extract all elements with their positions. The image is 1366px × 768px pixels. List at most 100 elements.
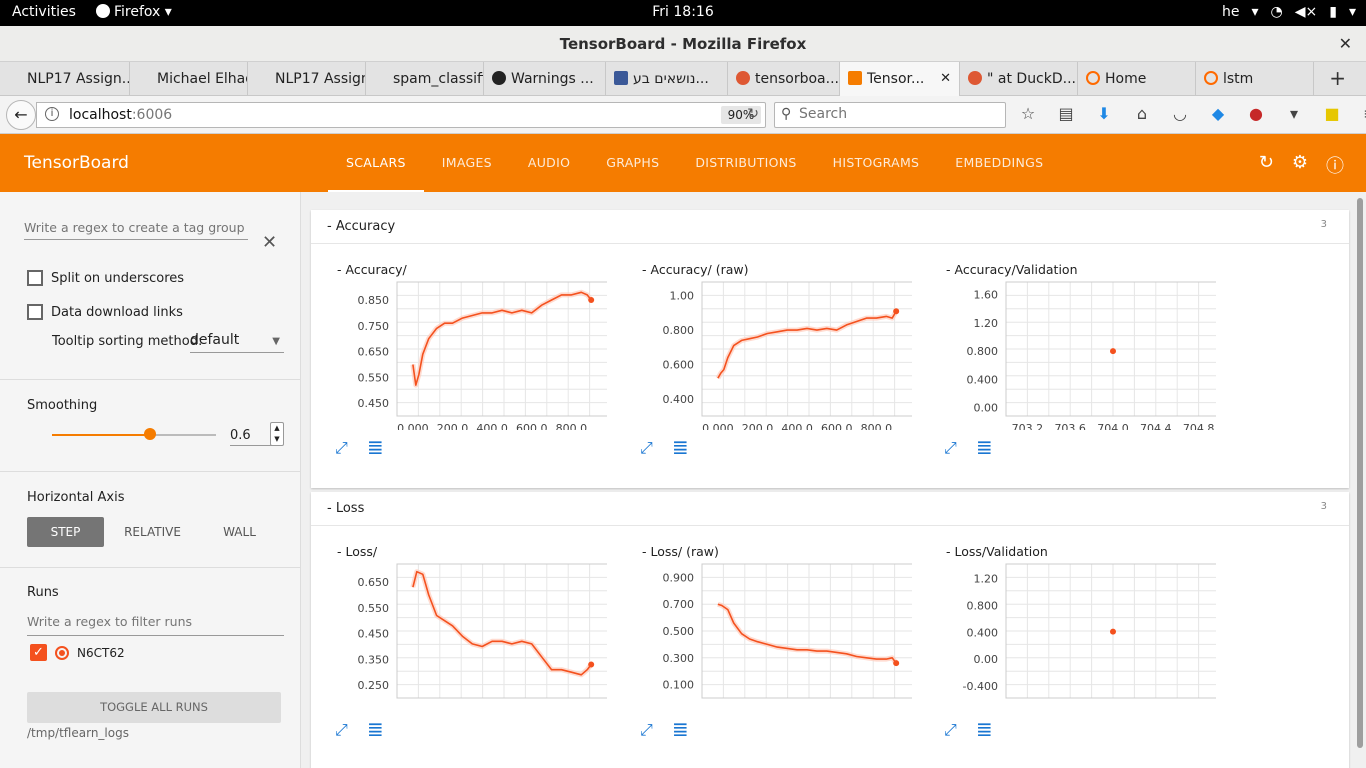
app-menu[interactable]: Firefox ▾: [96, 4, 172, 20]
split-underscores-checkbox[interactable]: [27, 270, 43, 286]
data-table-icon[interactable]: [672, 435, 690, 459]
browser-tab[interactable]: tensorboa...: [728, 62, 840, 96]
browser-tab[interactable]: NLP17 Assign...: [0, 62, 130, 96]
expand-icon[interactable]: [640, 438, 658, 458]
chart-actions: [335, 717, 385, 741]
run-radio[interactable]: [55, 645, 69, 660]
group-title[interactable]: - Loss: [327, 501, 364, 516]
browser-tab[interactable]: " at DuckD...: [960, 62, 1078, 96]
refresh-icon[interactable]: ↻: [1259, 152, 1274, 178]
expand-icon[interactable]: [335, 720, 353, 740]
note-extension-icon[interactable]: ■: [1320, 104, 1344, 123]
system-tray[interactable]: he ▾ ◔ ◀× ▮ ▾: [1222, 4, 1356, 20]
page-scrollbar[interactable]: [1354, 192, 1366, 768]
smoothing-section: Smoothing: [0, 380, 301, 472]
clock[interactable]: Fri 18:16: [0, 4, 1366, 20]
browser-tab[interactable]: Home: [1078, 62, 1196, 96]
new-tab-button[interactable]: +: [1329, 66, 1346, 90]
url-text[interactable]: localhost:6006: [69, 107, 172, 123]
data-download-option[interactable]: Data download links: [27, 304, 183, 320]
app-name: Firefox: [114, 4, 161, 20]
search-icon: ⚲: [781, 106, 792, 122]
tooltip-sorting-select[interactable]: default ▼: [190, 332, 284, 353]
axis-relative-button[interactable]: RELATIVE: [114, 517, 191, 547]
help-icon[interactable]: ⓘ: [1326, 152, 1344, 178]
tab-close-icon[interactable]: ✕: [940, 62, 951, 96]
axis-step-button[interactable]: STEP: [27, 517, 104, 547]
smoothing-spinner[interactable]: ▲ ▼: [270, 422, 284, 446]
url-bar[interactable]: i localhost:6006 90% ↻: [36, 102, 766, 128]
search-bar[interactable]: ⚲: [774, 102, 1006, 128]
settings-icon[interactable]: ⚙: [1292, 152, 1308, 178]
run-checkbox[interactable]: ✓: [30, 644, 47, 661]
scrollbar-thumb[interactable]: [1357, 198, 1363, 748]
data-table-icon[interactable]: [367, 435, 385, 459]
extension-icon[interactable]: ◆: [1206, 104, 1230, 123]
group-title[interactable]: - Accuracy: [327, 219, 395, 234]
window-close-button[interactable]: ✕: [1339, 26, 1352, 62]
data-table-icon[interactable]: [976, 435, 994, 459]
tab-histograms[interactable]: HISTOGRAMS: [815, 134, 938, 192]
tab-images[interactable]: IMAGES: [424, 134, 510, 192]
download-icon[interactable]: ⬇: [1092, 104, 1116, 123]
y-tick-label: 0.650: [358, 576, 390, 589]
smoothing-slider[interactable]: [52, 428, 216, 440]
y-tick-label: 0.800: [663, 324, 695, 337]
close-icon[interactable]: ✕: [262, 232, 277, 253]
tab-audio[interactable]: AUDIO: [510, 134, 588, 192]
expand-icon[interactable]: [335, 438, 353, 458]
chart-title: - Loss/: [337, 544, 378, 559]
browser-tab[interactable]: Warnings ...: [484, 62, 606, 96]
run-item[interactable]: ✓ N6CT62: [30, 644, 125, 661]
chart-actions: [944, 717, 994, 741]
back-button[interactable]: ←: [6, 100, 36, 130]
expand-icon[interactable]: [944, 438, 962, 458]
expand-icon[interactable]: [944, 720, 962, 740]
toggle-all-runs-button[interactable]: TOGGLE ALL RUNS: [27, 692, 281, 723]
search-input[interactable]: [799, 106, 999, 122]
reading-list-icon[interactable]: ▤: [1054, 104, 1078, 123]
tab-scalars[interactable]: SCALARS: [328, 134, 424, 192]
chart-card: - Accuracy/ 0.450 0.550 0.650 0.750 0.850 0.0…: [327, 258, 607, 459]
home-icon[interactable]: ⌂: [1130, 104, 1154, 123]
tab-embeddings[interactable]: EMBEDDINGS: [937, 134, 1061, 192]
expand-icon[interactable]: [640, 720, 658, 740]
reload-icon[interactable]: ↻: [747, 106, 759, 122]
tag-regex-input[interactable]: [24, 220, 248, 240]
y-tick-label: 0.300: [663, 652, 695, 665]
chart-svg[interactable]: 0.250 0.350 0.450 0.550 0.650: [327, 562, 607, 712]
data-table-icon[interactable]: [672, 717, 690, 741]
info-icon[interactable]: i: [45, 107, 59, 121]
data-table-icon[interactable]: [976, 717, 994, 741]
tab-graphs[interactable]: GRAPHS: [588, 134, 677, 192]
battery-icon: ▮: [1329, 4, 1337, 20]
smoothing-value-input[interactable]: 0.6: [230, 428, 274, 446]
adblock-icon[interactable]: ●: [1244, 104, 1268, 123]
axis-wall-button[interactable]: WALL: [201, 517, 278, 547]
browser-tab[interactable]: NLP17 Assign...: [248, 62, 366, 96]
data-download-checkbox[interactable]: [27, 304, 43, 320]
chart-svg[interactable]: 0.00 0.400 0.800 1.20 1.60 703.2 703.6 704.0 704…: [936, 280, 1216, 430]
language-indicator[interactable]: he: [1222, 4, 1240, 20]
group-header[interactable]: - Loss 3: [311, 492, 1349, 526]
chart-svg[interactable]: -0.400 0.00 0.400 0.800 1.20: [936, 562, 1216, 712]
browser-tab-active[interactable]: Tensor... ✕: [840, 62, 960, 97]
bookmark-star-icon[interactable]: ☆: [1016, 104, 1040, 123]
runs-filter-input[interactable]: [27, 614, 284, 636]
browser-tab[interactable]: Michael Elhad...: [130, 62, 248, 96]
chart-svg[interactable]: 0.450 0.550 0.650 0.750 0.850 0.000 200.0 400.0…: [327, 280, 607, 430]
tab-distributions[interactable]: DISTRIBUTIONS: [677, 134, 814, 192]
x-tick-label: 0.000: [397, 422, 429, 430]
browser-tab[interactable]: spam_classifier: [366, 62, 484, 96]
chart-svg[interactable]: 0.100 0.300 0.500 0.700 0.900: [632, 562, 912, 712]
chevron-down-icon[interactable]: ▾: [1282, 104, 1306, 123]
chart-svg[interactable]: 0.400 0.600 0.800 1.00 0.000 200.0 400.0 600.0 8…: [632, 280, 912, 430]
pocket-icon[interactable]: ◡: [1168, 104, 1192, 123]
split-underscores-option[interactable]: Split on underscores: [27, 270, 184, 286]
browser-tab[interactable]: lstm: [1196, 62, 1314, 96]
group-header[interactable]: - Accuracy 3: [311, 210, 1349, 244]
menu-icon[interactable]: ≡: [1358, 104, 1366, 123]
browser-tab[interactable]: נושאים בע...: [606, 62, 728, 96]
activities-button[interactable]: Activities: [12, 4, 76, 20]
data-table-icon[interactable]: [367, 717, 385, 741]
